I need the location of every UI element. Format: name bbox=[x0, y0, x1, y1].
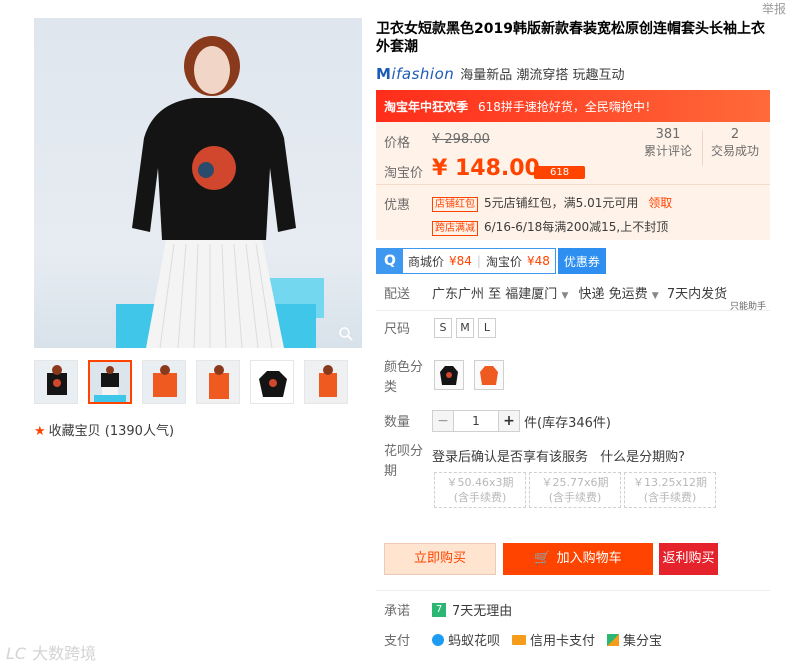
tb-price-value: ¥ 148.00 bbox=[432, 156, 540, 181]
express-fee: 快递 免运费 bbox=[578, 287, 648, 302]
add-to-cart-button[interactable]: 🛒 加入购物车 bbox=[503, 543, 653, 575]
ship-to-selector[interactable]: 福建厦门 ▼ bbox=[505, 287, 568, 302]
mall-price-value: ¥84 bbox=[449, 254, 472, 268]
size-option-m[interactable]: M bbox=[456, 318, 474, 338]
divider bbox=[376, 590, 770, 591]
tb-price-label: 淘宝价 bbox=[384, 166, 424, 181]
favorite-label: 收藏宝贝 (1390人气) bbox=[48, 424, 175, 439]
size-options: SML bbox=[434, 318, 500, 338]
shop-coupon-row: 店铺红包 5元店铺红包，满5.01元可用 领取 bbox=[432, 194, 672, 212]
installment-plan-12[interactable]: ￥13.25x12期 (含手续费) bbox=[624, 472, 716, 508]
quantity-stepper: − 1 + 件(库存346件) bbox=[432, 410, 611, 432]
event-badge: 618 bbox=[534, 166, 586, 179]
installment-info: 登录后确认是否享有该服务 什么是分期购? bbox=[432, 446, 685, 465]
thumbnail-3[interactable] bbox=[142, 360, 186, 404]
thumbnail-4[interactable] bbox=[196, 360, 240, 404]
size-option-l[interactable]: L bbox=[478, 318, 496, 338]
color-swatch-orange[interactable] bbox=[473, 360, 504, 390]
ship-time: 7天内发货 bbox=[666, 287, 728, 302]
stock-text: 件(库存346件) bbox=[524, 415, 611, 431]
product-title: 卫衣女短款黑色2019韩版新款春装宽松原创连帽套头长袖上衣外套潮 bbox=[376, 21, 765, 55]
mall-price-row: Q 商城价 ¥84 | 淘宝价 ¥48 优惠券 bbox=[376, 248, 606, 274]
jifenbao-icon bbox=[607, 633, 620, 646]
cross-store-tag: 跨店满减 bbox=[432, 221, 478, 236]
thumbnail-6[interactable] bbox=[304, 360, 348, 404]
buy-now-button[interactable]: 立即购买 bbox=[384, 543, 496, 575]
increase-button[interactable]: + bbox=[498, 410, 520, 432]
installment-plan-3[interactable]: ￥50.46x3期 (含手续费) bbox=[434, 472, 526, 508]
color-label: 颜色分类 bbox=[384, 360, 424, 395]
reviews-stat[interactable]: 381 累计评论 bbox=[634, 126, 702, 160]
size-label: 尺码 bbox=[384, 322, 411, 337]
cross-store-text: 6/16-6/18每满200减15,上不封顶 bbox=[484, 220, 669, 234]
seven-day-icon: 7 bbox=[432, 602, 446, 617]
zoom-icon[interactable] bbox=[338, 326, 354, 342]
watermark-logo-icon: LC bbox=[6, 644, 27, 663]
thumbnail-2[interactable] bbox=[88, 360, 132, 404]
cross-store-row: 跨店满减 6/16-6/18每满200减15,上不封顶 bbox=[432, 218, 668, 236]
divider bbox=[702, 130, 703, 166]
payment-jifenbao: 集分宝 bbox=[623, 634, 663, 649]
decrease-button[interactable]: − bbox=[432, 410, 454, 432]
list-price-label: 价格 bbox=[384, 136, 411, 151]
color-swatch-black[interactable] bbox=[434, 360, 464, 390]
brand-tagline: 海量新品 潮流穿搭 玩趣互动 bbox=[460, 68, 625, 83]
payment-label: 支付 bbox=[384, 634, 411, 649]
installment-plan-6[interactable]: ￥25.77x6期 (含手续费) bbox=[529, 472, 621, 508]
mall-price-label: 商城价 bbox=[408, 254, 445, 269]
promise-row: 7 7天无理由 bbox=[432, 600, 512, 619]
list-price-value: ¥ 298.00 bbox=[432, 132, 490, 147]
huabei-icon bbox=[432, 633, 444, 646]
payment-methods: 蚂蚁花呗 信用卡支付 集分宝 bbox=[432, 630, 662, 649]
promise-label: 承诺 bbox=[384, 604, 411, 619]
installment-plans: ￥50.46x3期 (含手续费) ￥25.77x6期 (含手续费) ￥13.25x1… bbox=[434, 472, 719, 508]
promo-title: 淘宝年中狂欢季 bbox=[384, 99, 469, 114]
installment-text: 登录后确认是否享有该服务 bbox=[432, 450, 589, 465]
quantity-input[interactable]: 1 bbox=[454, 410, 498, 432]
model-illustration bbox=[132, 36, 296, 348]
caret-down-icon[interactable]: ▼ bbox=[652, 291, 659, 301]
divider bbox=[376, 310, 770, 311]
thumbnail-1[interactable] bbox=[34, 360, 78, 404]
thumbnail-strip bbox=[34, 360, 348, 404]
brand-row: Mifashion 海量新品 潮流穿搭 玩趣互动 bbox=[376, 64, 625, 84]
brand-logo[interactable]: Mifashion bbox=[376, 65, 454, 83]
credit-card-icon bbox=[512, 634, 527, 645]
installment-help-link[interactable]: 什么是分期购? bbox=[600, 450, 685, 465]
tb-compare-label: 淘宝价 bbox=[485, 254, 522, 269]
payment-huabei: 蚂蚁花呗 bbox=[448, 634, 501, 649]
shop-coupon-tag: 店铺红包 bbox=[432, 197, 478, 212]
shop-coupon-text: 5元店铺红包，满5.01元可用 bbox=[484, 196, 639, 210]
tb-compare-value: ¥48 bbox=[526, 254, 550, 268]
sales-stat: 2 交易成功 bbox=[710, 127, 759, 158]
thumbnail-5[interactable] bbox=[250, 360, 294, 404]
payment-credit-card: 信用卡支付 bbox=[530, 634, 596, 649]
coupon-button[interactable]: 优惠券 bbox=[557, 248, 606, 274]
rebate-buy-button[interactable]: 返利购买 bbox=[659, 543, 718, 575]
shipping-label: 配送 bbox=[384, 287, 411, 302]
installment-label: 花呗分期 bbox=[384, 444, 424, 479]
quantity-label: 数量 bbox=[384, 415, 411, 430]
price-compare-box[interactable]: Q 商城价 ¥84 | 淘宝价 ¥48 bbox=[376, 248, 556, 274]
promo-text: 618拼手速抢好货，全民嗨抢中！ bbox=[478, 99, 657, 114]
promise-text: 7天无理由 bbox=[452, 604, 513, 619]
discount-label: 优惠 bbox=[384, 198, 411, 213]
shipping-row: 广东广州 至 福建厦门 ▼ 快递 免运费 ▼ 7天内发货 bbox=[432, 283, 727, 302]
star-icon: ★ bbox=[34, 424, 46, 439]
main-product-image[interactable] bbox=[34, 18, 362, 348]
cart-icon: 🛒 bbox=[534, 551, 551, 566]
ship-from: 广东广州 至 bbox=[432, 287, 502, 302]
divider bbox=[376, 184, 770, 185]
size-option-s[interactable]: S bbox=[434, 318, 452, 338]
price-panel: 价格 ¥ 298.00 淘宝价 ¥ 148.00 618 381 累计评论 2 … bbox=[376, 122, 770, 240]
compare-q-icon: Q bbox=[377, 249, 403, 273]
favorite-link[interactable]: ★ 收藏宝贝 (1390人气) bbox=[34, 420, 174, 439]
promo-banner[interactable]: 淘宝年中狂欢季 618拼手速抢好货，全民嗨抢中！ bbox=[376, 90, 770, 122]
claim-coupon-link[interactable]: 领取 bbox=[648, 196, 672, 210]
caret-down-icon: ▼ bbox=[561, 291, 569, 301]
color-options bbox=[434, 360, 510, 392]
report-link[interactable]: 举报 bbox=[762, 0, 786, 17]
watermark: LC 大数跨境 bbox=[6, 644, 97, 663]
